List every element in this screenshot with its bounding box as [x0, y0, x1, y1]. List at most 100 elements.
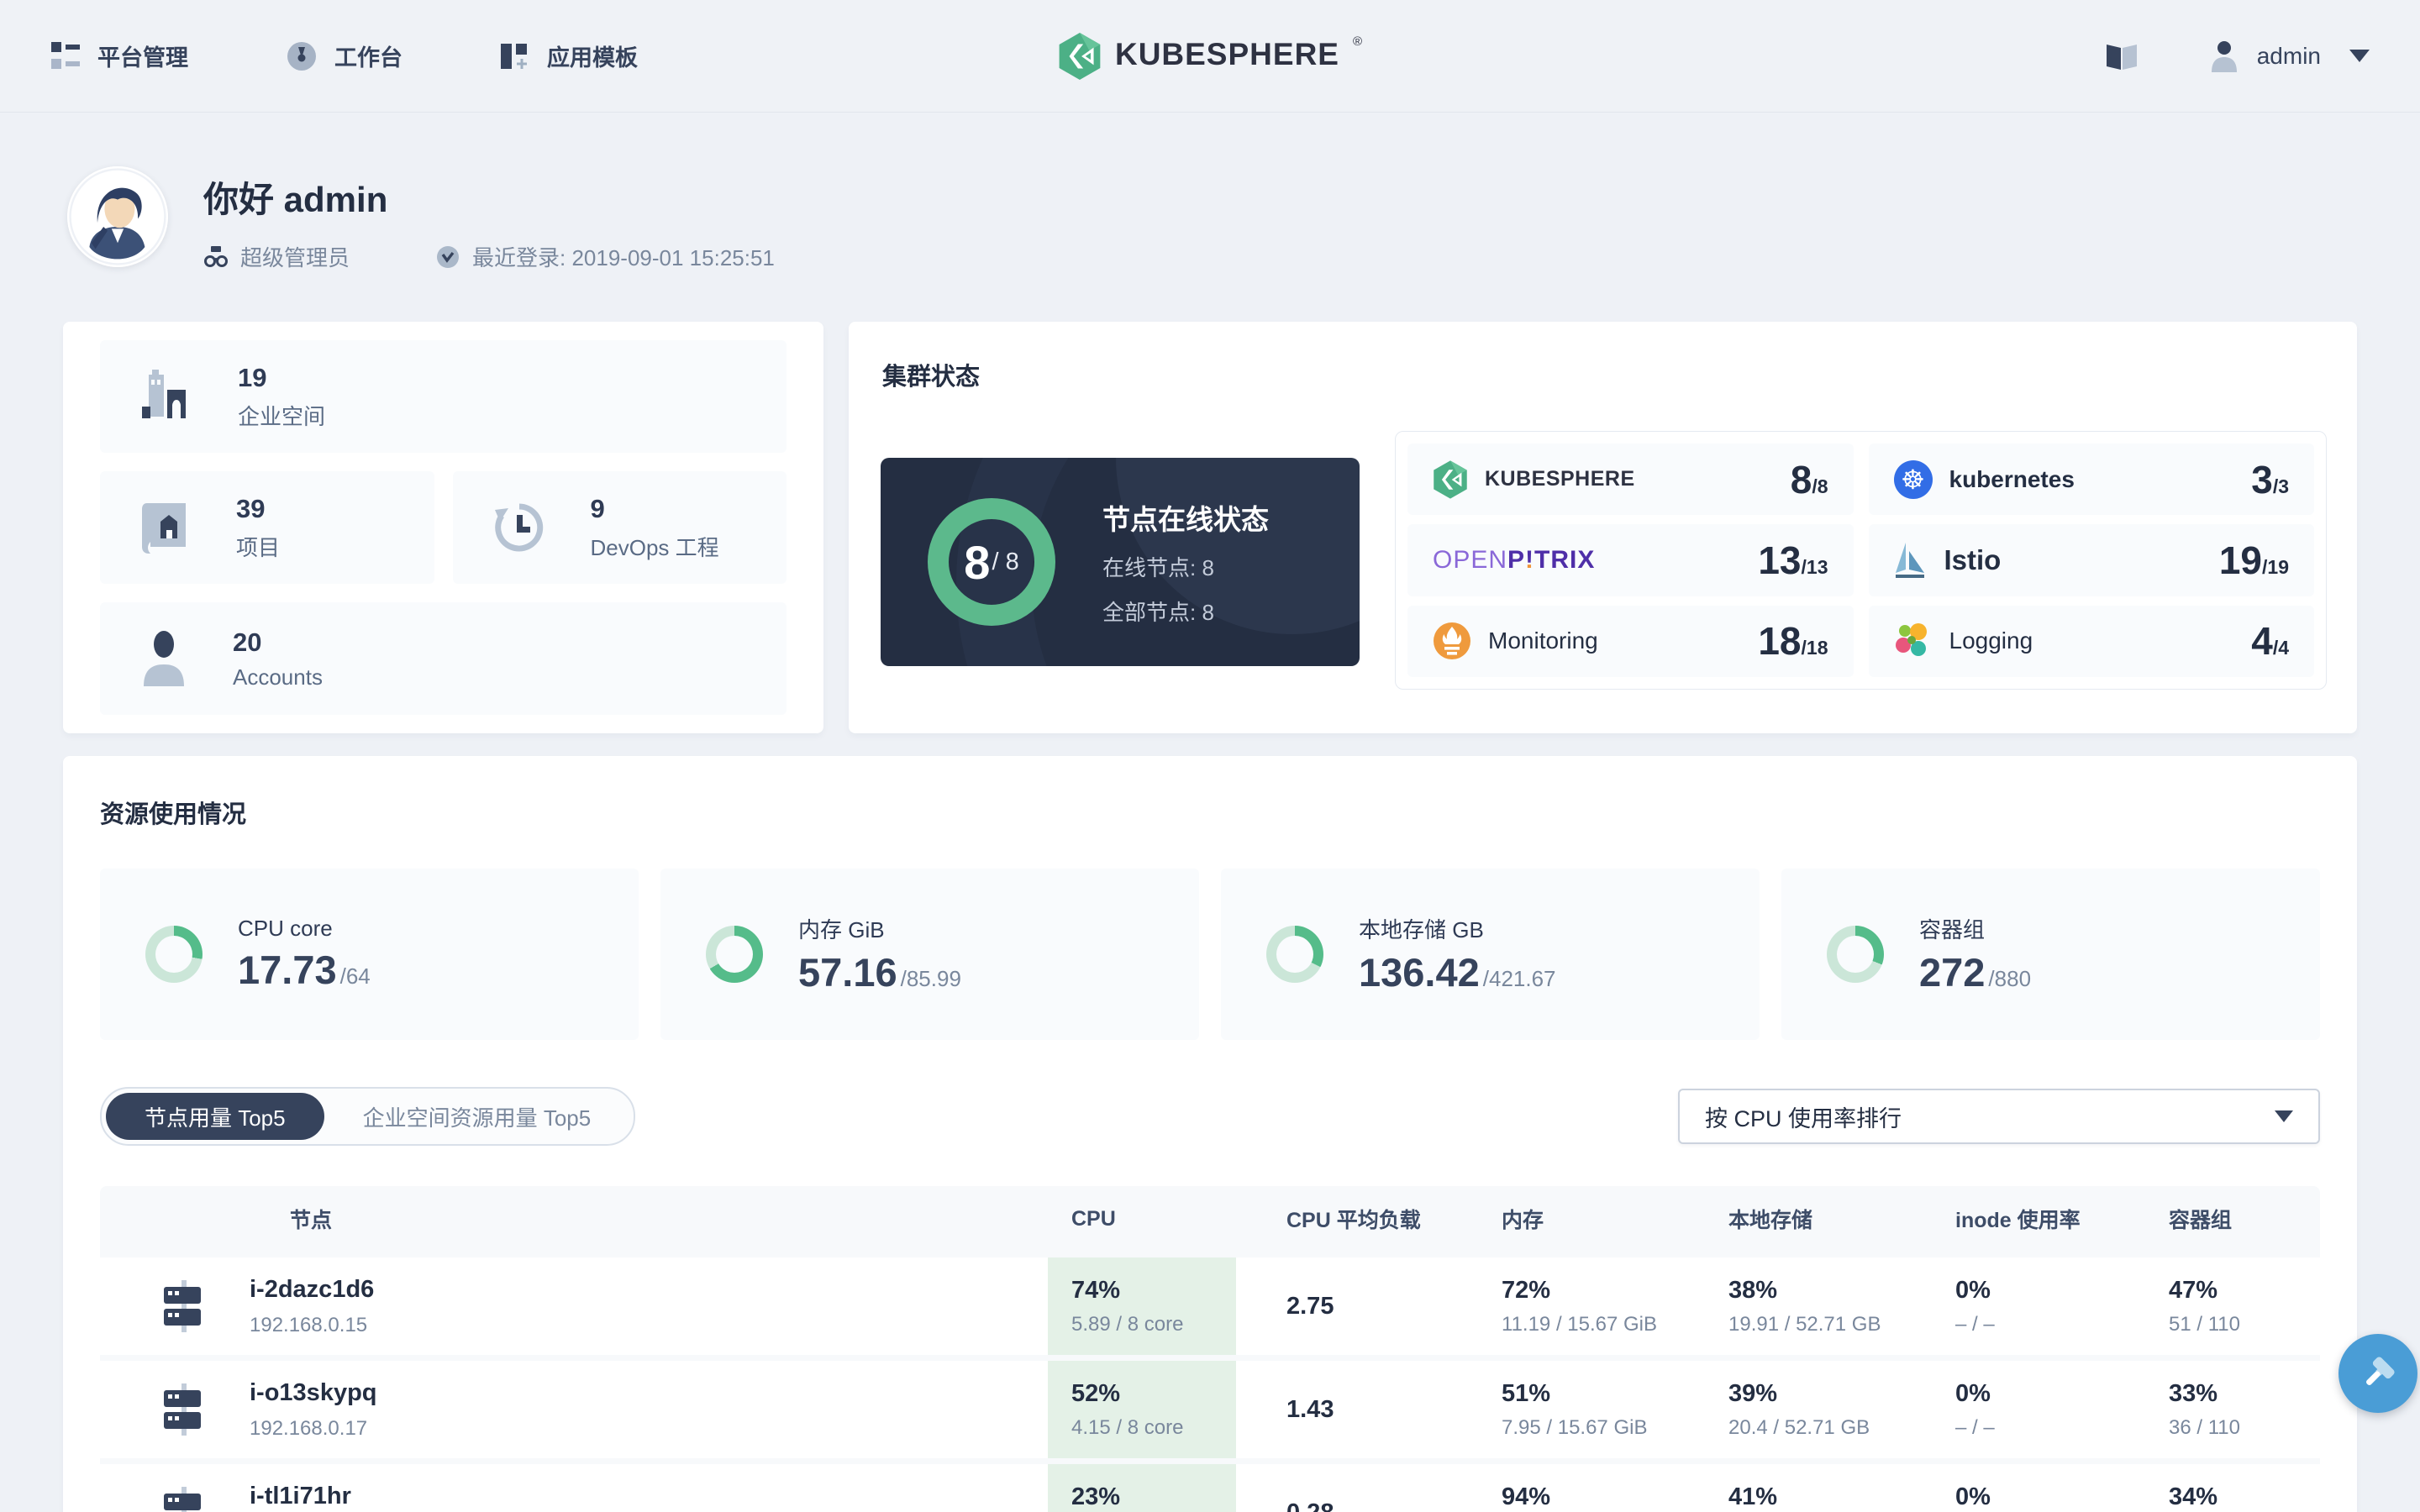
projects-tile[interactable]: 39 项目	[100, 471, 434, 584]
inode-cell: 0% – / –	[1955, 1276, 1995, 1336]
pods-cell: 34% 37 / 110	[2169, 1483, 2218, 1510]
col-header-node: 节点	[290, 1209, 333, 1232]
cpu-cell: 74% 5.89 / 8 core	[1048, 1257, 1236, 1355]
pods-cell: 47% 51 / 110	[2169, 1276, 2240, 1336]
col-header-load: CPU 平均负载	[1286, 1209, 1421, 1232]
devops-icon	[492, 500, 547, 555]
platform-icon	[50, 41, 81, 71]
component-value: 8	[1790, 457, 1812, 501]
resource-usage-card: 资源使用情况 CPU core 17.73/64 内存 GiB 57.16/85…	[63, 756, 2357, 1512]
component-istio: Istio 19/19	[1868, 524, 2314, 596]
node-icon	[162, 1383, 206, 1436]
user-role: 超级管理员	[203, 241, 350, 272]
storage-gauge: 本地存储 GB 136.42/421.67	[1221, 869, 1760, 1040]
workspaces-label: 企业空间	[238, 403, 326, 429]
nav-app-templates[interactable]: 应用模板	[500, 39, 638, 72]
gauge-label: 内存 GiB	[798, 917, 885, 942]
accounts-count: 20	[233, 627, 262, 657]
node-icon	[162, 1280, 206, 1332]
accounts-label: Accounts	[233, 664, 323, 690]
col-header-cpu: CPU	[1071, 1206, 1116, 1231]
gauge-total: /85.99	[900, 966, 961, 991]
topbar-nav: 平台管理 工作台 应用模板	[50, 39, 638, 72]
component-total: /18	[1801, 637, 1828, 659]
component-name: kubernetes	[1949, 465, 2075, 492]
top5-tabs: 节点用量 Top5 企业空间资源用量 Top5	[100, 1087, 636, 1146]
node-usage-table: 节点 CPU CPU 平均负载 内存 本地存储 inode 使用率 容器组 i-…	[100, 1186, 2320, 1512]
nodes-online-value: 8	[964, 535, 991, 589]
greeting-text: 你好 admin 超级管理员 最近登录: 2019-09-01 15:25:51	[203, 166, 775, 272]
chevron-down-icon	[2275, 1110, 2293, 1122]
toolbox-fab-button[interactable]	[2338, 1334, 2417, 1413]
last-login-label: 最近登录: 2019-09-01 15:25:51	[472, 245, 775, 270]
component-value: 19	[2218, 538, 2263, 582]
kubesphere-hexagon-icon	[1058, 32, 1102, 80]
cluster-status-card: 集群状态 8 / 8 节点在线状态 在线节点: 8 全部节点: 8 KUBESP…	[849, 322, 2357, 733]
col-header-storage: 本地存储	[1728, 1209, 1813, 1232]
project-icon	[139, 498, 192, 557]
nav-workbench[interactable]: 工作台	[286, 39, 402, 72]
devops-tile[interactable]: 9 DevOps 工程	[452, 471, 786, 584]
logging-logo-icon	[1894, 622, 1933, 660]
table-row[interactable]: i-2dazc1d6 192.168.0.15 74% 5.89 / 8 cor…	[100, 1257, 2320, 1355]
table-row[interactable]: i-tl1i71hr 192.168.0.9 23% 1.79 / 8 core…	[100, 1464, 2320, 1512]
kubesphere-hexagon-icon	[1433, 459, 1468, 499]
component-value: 18	[1758, 619, 1802, 664]
tab-node-usage-top5[interactable]: 节点用量 Top5	[106, 1093, 324, 1140]
component-name: Istio	[1944, 543, 2002, 575]
memory-gauge: 内存 GiB 57.16/85.99	[660, 869, 1199, 1040]
table-row[interactable]: i-o13skypq 192.168.0.17 52% 4.15 / 8 cor…	[100, 1361, 2320, 1458]
col-header-memory: 内存	[1502, 1209, 1544, 1232]
nodes-total-line: 全部节点: 8	[1102, 600, 1214, 625]
cpu-ring	[145, 926, 203, 983]
projects-count: 39	[236, 493, 266, 523]
memory-ring	[706, 926, 763, 983]
overview-card: 19 企业空间 39 项目 9 DevOps 工程 20 Accounts	[63, 322, 823, 733]
workspaces-tile[interactable]: 19 企业空间	[100, 340, 786, 453]
accounts-icon	[139, 629, 189, 688]
storage-cell: 38% 19.91 / 52.71 GB	[1728, 1276, 1881, 1336]
gauge-total: /421.67	[1482, 966, 1556, 991]
component-total: /13	[1801, 555, 1828, 578]
nav-label: 应用模板	[547, 45, 638, 71]
component-name: Monitoring	[1488, 627, 1598, 654]
storage-cell: 39% 20.4 / 52.71 GB	[1728, 1379, 1870, 1439]
storage-cell: 41% 21.56 / 52.71 GB	[1728, 1483, 1778, 1510]
inode-cell: 0% – / –	[1955, 1483, 1991, 1510]
topbar: 平台管理 工作台 应用模板 KUBESPHERE ® admin	[0, 0, 2420, 113]
logo-registered-mark: ®	[1352, 34, 1363, 49]
pods-cell: 33% 36 / 110	[2169, 1379, 2240, 1439]
workspace-icon	[139, 366, 194, 427]
component-name: Logging	[1949, 627, 2033, 654]
component-monitoring: Monitoring 18/18	[1407, 605, 1854, 677]
nav-label: 平台管理	[97, 45, 188, 71]
node-name: i-2dazc1d6	[250, 1275, 375, 1303]
load-cell: 2.75	[1286, 1292, 1334, 1320]
memory-cell: 51% 7.95 / 15.67 GiB	[1502, 1379, 1648, 1439]
role-label: 超级管理员	[240, 245, 350, 270]
nav-platform-management[interactable]: 平台管理	[50, 39, 188, 72]
docs-book-icon[interactable]	[2104, 41, 2139, 71]
last-login: 最近登录: 2019-09-01 15:25:51	[435, 241, 775, 272]
kubesphere-logo[interactable]: KUBESPHERE ®	[1058, 32, 1363, 80]
nodes-online-line: 在线节点: 8	[1102, 555, 1214, 580]
pods-ring	[1827, 926, 1884, 983]
app-templates-icon	[500, 41, 530, 71]
memory-cell: 94% 7.25 / 7.8 GiB	[1502, 1483, 1551, 1510]
storage-ring	[1266, 926, 1323, 983]
sort-dropdown[interactable]: 按 CPU 使用率排行	[1678, 1089, 2320, 1144]
component-total: /4	[2272, 637, 2289, 659]
gauge-value: 57.16	[798, 950, 897, 995]
user-menu[interactable]: admin	[2210, 40, 2370, 72]
cluster-status-title: 集群状态	[882, 364, 981, 391]
topbar-right: admin	[2104, 40, 2370, 72]
node-status-donut: 8 / 8	[928, 498, 1055, 626]
role-icon	[203, 244, 229, 270]
gauge-total: /64	[339, 963, 371, 989]
gauge-value: 272	[1919, 950, 1986, 995]
accounts-tile[interactable]: 20 Accounts	[100, 602, 786, 715]
component-total: /19	[2262, 555, 2289, 578]
col-header-pods: 容器组	[2169, 1209, 2233, 1232]
tab-workspace-usage-top5[interactable]: 企业空间资源用量 Top5	[324, 1093, 630, 1140]
hammer-icon	[2354, 1350, 2402, 1397]
